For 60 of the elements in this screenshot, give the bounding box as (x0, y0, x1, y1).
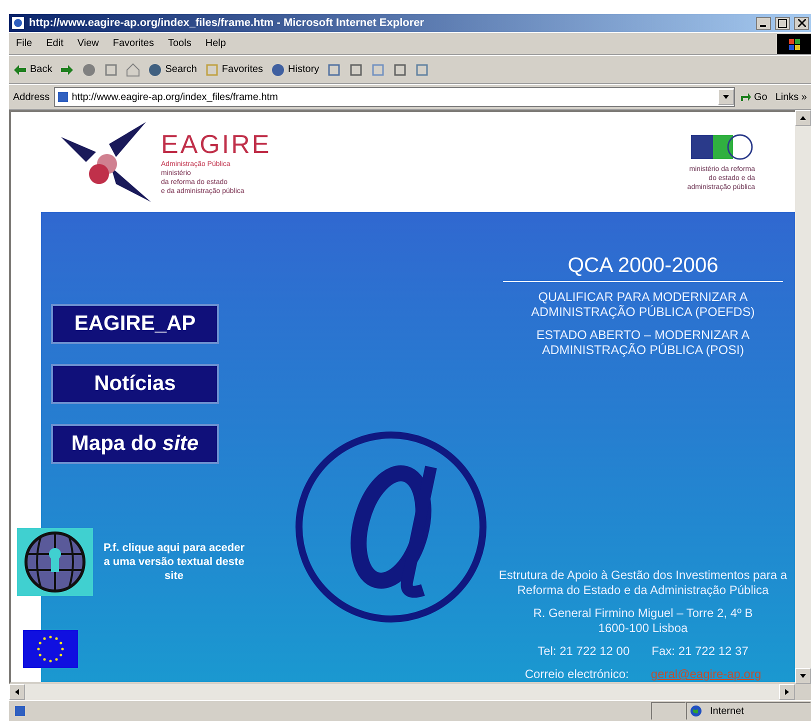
url-text: http://www.eagire-ap.org/index_files/frame.htm (72, 92, 279, 102)
page-icon (56, 91, 69, 103)
nav-button[interactable]: EAGIRE_AP (51, 304, 219, 344)
scroll-up-button[interactable] (795, 110, 811, 126)
scroll-down-button[interactable] (795, 668, 811, 684)
close-button[interactable] (794, 16, 809, 30)
nav-button[interactable]: Mapa do site (51, 424, 219, 464)
arrow-icon (800, 115, 806, 121)
eagire-logo-icon (61, 122, 151, 202)
go-arrow-icon (738, 91, 751, 103)
menu-item[interactable]: File (9, 38, 40, 49)
minimize-button[interactable] (756, 16, 771, 30)
page-status-icon (13, 704, 27, 718)
logo-name: EAGIRE (161, 128, 272, 160)
address-text: R. General Firmino Miguel – Torre 2, 4º B (533, 606, 753, 621)
globe-keyhole-icon[interactable] (17, 528, 93, 596)
arrow-left-icon (13, 62, 27, 76)
qca-title: QCA 2000-2006 (503, 254, 783, 282)
windows-logo-icon (777, 34, 811, 54)
links-button[interactable]: Links » (771, 86, 811, 108)
arrow-icon (722, 94, 729, 100)
menu-item[interactable]: Favorites (106, 38, 161, 49)
email-label: Correio electrónico: (524, 667, 629, 682)
menu-item[interactable]: View (70, 38, 106, 49)
browser-icon (11, 16, 25, 30)
maximize-icon (778, 18, 787, 28)
globe-icon (690, 705, 702, 717)
address-label: Address (12, 92, 51, 102)
search-button[interactable]: Search (144, 58, 201, 80)
close-icon (798, 19, 806, 27)
favorites-button[interactable]: Favorites (200, 58, 268, 80)
nav-button[interactable]: Notícias (51, 364, 219, 404)
arrow-icon (784, 689, 790, 695)
eu-flag-icon (23, 630, 78, 668)
menu-item[interactable]: Tools (160, 38, 198, 49)
arrow-icon (14, 689, 20, 695)
scroll-right-button[interactable] (779, 684, 795, 700)
search-icon (148, 62, 162, 76)
menu-item[interactable]: Help (198, 38, 233, 49)
programme-text: ESTADO ABERTO – MODERNIZAR A ADMINISTRAÇÃO PÚBLICA (POSI) (535, 328, 751, 358)
menu-item[interactable]: Edit (39, 38, 70, 49)
home-icon (126, 62, 140, 76)
phone-text: Tel: 21 722 12 00 (538, 644, 630, 659)
address-field[interactable]: http://www.eagire-ap.org/index_files/frame.htm (54, 87, 735, 107)
text-version-link[interactable]: P.f. clique aqui para aceder a uma versão textual deste site (99, 541, 249, 583)
maximize-button[interactable] (775, 16, 790, 30)
scroll-left-button[interactable] (9, 684, 25, 700)
window-title: http://www.eagire-ap.org/index_files/frame.htm - Microsoft Internet Explorer (29, 17, 426, 29)
arrow-right-icon (60, 62, 74, 76)
history-button[interactable]: History (267, 58, 324, 80)
fax-text: Fax: 21 722 12 37 (652, 644, 748, 659)
zone-text: Internet (709, 706, 745, 716)
programme-text: QUALIFICAR PARA MODERNIZAR A ADMINISTRAÇÃO PÚBLICA (POEFDS) (530, 290, 756, 320)
back-button[interactable]: Back (9, 58, 56, 80)
go-button[interactable]: Go (734, 86, 772, 108)
arrow-icon (800, 673, 806, 679)
organisation-text: Estrutura de Apoio à Gestão dos Investimentos para a Reforma do Estado e da Administração Pública (498, 568, 788, 598)
ministry-logo-icon (691, 132, 755, 160)
dropdown-button[interactable] (718, 89, 734, 105)
address-text: 1600-100 Lisboa (598, 621, 688, 636)
